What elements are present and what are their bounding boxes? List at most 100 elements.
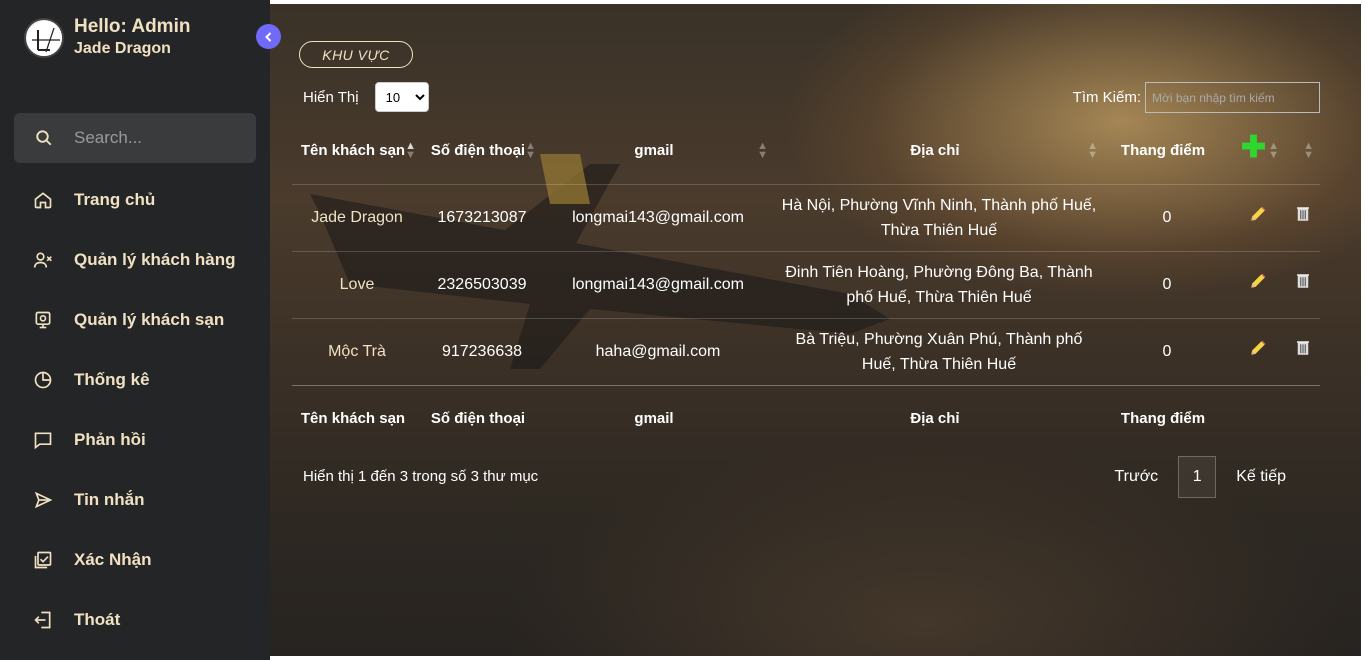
cell-name: Mộc Trà [292, 318, 422, 386]
sidebar-search-input[interactable] [74, 128, 244, 148]
sidebar-item-confirm[interactable]: Xác Nhận [0, 530, 270, 590]
cell-address: Bà Triệu, Phường Xuân Phú, Thành phố Huế… [774, 318, 1104, 386]
table-row: Mộc Trà 917236638 haha@gmail.com Bà Triệ… [292, 318, 1320, 386]
cell-gmail: haha@gmail.com [542, 318, 774, 386]
hotel-name: Jade Dragon [74, 40, 171, 57]
trash-icon[interactable] [1293, 339, 1313, 359]
send-icon [32, 489, 54, 511]
col-footer-phone: Số điện thoại [430, 409, 526, 427]
cell-name: Jade Dragon [292, 184, 422, 252]
col-footer-score: Thang điểm [1120, 409, 1206, 427]
sidebar-item-customers[interactable]: Quản lý khách hàng [0, 230, 270, 290]
sidebar-item-stats[interactable]: Thống kê [0, 350, 270, 410]
col-footer-gmail: gmail [634, 409, 674, 427]
col-header-delete[interactable]: ▲ ▼ [1285, 118, 1320, 185]
sort-icon: ▲ ▼ [405, 139, 416, 161]
table-search-label: Tìm Kiếm: [1072, 89, 1141, 106]
logout-icon [32, 609, 54, 631]
col-footer-address: Địa chỉ [910, 409, 960, 427]
sidebar-item-label: Thống kê [74, 370, 150, 389]
cell-score: 0 [1104, 184, 1230, 252]
sidebar-item-logout[interactable]: Thoát [0, 590, 270, 650]
pie-chart-icon [32, 369, 54, 391]
cell-gmail: longmai143@gmail.com [542, 184, 774, 252]
home-icon [32, 189, 54, 211]
col-footer-empty [1230, 385, 1285, 451]
sort-icon: ▲ ▼ [1303, 139, 1314, 161]
sort-icon: ▲ ▼ [525, 139, 536, 161]
sidebar-item-messages[interactable]: Tin nhắn [0, 470, 270, 530]
cell-address: Hà Nội, Phường Vĩnh Ninh, Thành phố Huế,… [774, 184, 1104, 252]
sidebar-toggle-button[interactable] [256, 24, 281, 49]
user-x-icon [32, 249, 54, 271]
hotel-table: Tên khách sạn ▲ ▼ Số điện thoại ▲ ▼ gmail ▲ ▼ … [292, 118, 1320, 451]
message-square-icon [32, 429, 54, 451]
sidebar-item-label: Trang chủ [74, 190, 156, 209]
table-row: Jade Dragon 1673213087 longmai143@gmail.… [292, 184, 1320, 252]
sidebar-item-label: Tin nhắn [74, 490, 145, 509]
table-info: Hiển thị 1 đến 3 trong số 3 thư mục [303, 468, 539, 485]
trash-icon[interactable] [1293, 205, 1313, 225]
pencil-icon[interactable] [1248, 204, 1268, 224]
region-badge[interactable]: KHU VỰC [299, 41, 413, 68]
cell-score: 0 [1104, 251, 1230, 319]
table-search-input[interactable] [1145, 82, 1320, 113]
page-number-button[interactable]: 1 [1178, 456, 1217, 498]
col-header-address[interactable]: Địa chỉ ▲ ▼ [774, 118, 1104, 185]
cell-name: Love [292, 251, 422, 319]
sidebar-item-feedback[interactable]: Phản hồi [0, 410, 270, 470]
sidebar-item-home[interactable]: Trang chủ [0, 170, 270, 230]
cell-delete [1285, 184, 1320, 252]
col-footer-empty [1285, 385, 1320, 451]
cell-phone: 917236638 [422, 318, 542, 386]
cell-gmail: longmai143@gmail.com [542, 251, 774, 319]
greeting: Hello: Admin [74, 16, 191, 37]
page-length-control: Hiển Thị 10 [303, 82, 429, 112]
pencil-icon[interactable] [1248, 338, 1268, 358]
search-icon[interactable] [14, 129, 74, 147]
cell-edit [1230, 184, 1285, 252]
pagination: Trước 1 Kế tiếp [1094, 456, 1306, 498]
cell-delete [1285, 318, 1320, 386]
cell-phone: 2326503039 [422, 251, 542, 319]
chevron-left-icon [264, 31, 271, 42]
sidebar-item-hotels[interactable]: Quản lý khách sạn [0, 290, 270, 350]
sidebar-item-label: Thoát [74, 610, 121, 629]
col-header-name[interactable]: Tên khách sạn ▲ ▼ [292, 118, 422, 185]
add-icon[interactable]: ✚ [1241, 131, 1266, 164]
hotel-monitor-icon [32, 309, 54, 331]
cell-edit [1230, 251, 1285, 319]
main-content: KHU VỰC Hiển Thị 10 Tìm Kiếm: Tên khách … [270, 4, 1361, 656]
col-header-add[interactable]: ✚ ▲ ▼ [1230, 118, 1285, 185]
pencil-icon[interactable] [1248, 271, 1268, 291]
logo-icon [27, 21, 62, 56]
page-length-select[interactable]: 10 [374, 82, 429, 112]
cell-score: 0 [1104, 318, 1230, 386]
check-square-icon [32, 549, 54, 571]
cell-edit [1230, 318, 1285, 386]
table-row: Love 2326503039 longmai143@gmail.com Đin… [292, 251, 1320, 319]
table-search: Tìm Kiếm: [1073, 82, 1320, 113]
sidebar-item-label: Quản lý khách sạn [74, 310, 225, 329]
col-header-phone[interactable]: Số điện thoại ▲ ▼ [422, 118, 542, 185]
sort-icon: ▲ ▼ [1087, 139, 1098, 161]
sidebar-item-label: Phản hồi [74, 430, 146, 449]
cell-delete [1285, 251, 1320, 319]
avatar [24, 18, 64, 58]
sort-icon: ▲ ▼ [1268, 139, 1279, 161]
sidebar-item-label: Xác Nhận [74, 550, 152, 569]
col-header-score[interactable]: Thang điểm [1104, 118, 1230, 185]
next-page-button[interactable]: Kế tiếp [1216, 468, 1306, 486]
sidebar-nav: Trang chủ Quản lý khách hàng Quản lý khá… [0, 170, 270, 650]
cell-address: Đinh Tiên Hoàng, Phường Đông Ba, Thành p… [774, 251, 1104, 319]
sidebar-item-label: Quản lý khách hàng [74, 250, 236, 269]
trash-icon[interactable] [1293, 272, 1313, 292]
sidebar: Hello: Admin Jade Dragon Trang chủ Quản … [0, 0, 270, 660]
prev-page-button[interactable]: Trước [1094, 468, 1178, 486]
sidebar-search [14, 113, 256, 163]
col-footer-name: Tên khách sạn [300, 409, 406, 427]
col-header-gmail[interactable]: gmail ▲ ▼ [542, 118, 774, 185]
profile: Hello: Admin Jade Dragon [24, 16, 190, 60]
cell-phone: 1673213087 [422, 184, 542, 252]
sort-icon: ▲ ▼ [757, 139, 768, 161]
